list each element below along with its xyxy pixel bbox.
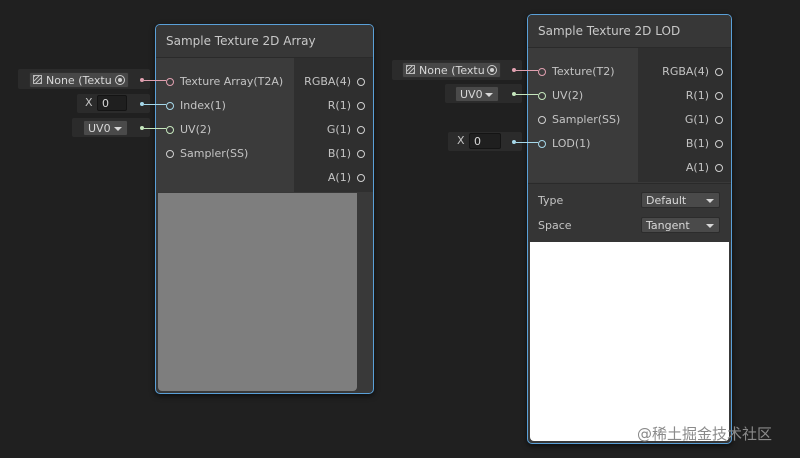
port-label: A(1)	[685, 161, 709, 174]
port-label: UV(2)	[552, 89, 584, 102]
node-sample-texture-2d-array[interactable]: Sample Texture 2D Array Texture Array(T2…	[155, 24, 374, 394]
watermark: @稀土掘金技术社区	[637, 425, 773, 443]
port-label: Texture Array(T2A)	[180, 75, 284, 88]
wire	[516, 94, 538, 95]
space-label: Space	[538, 219, 572, 232]
port-label: Sampler(SS)	[552, 113, 621, 126]
port-connector-icon[interactable]	[538, 92, 546, 100]
lod-x-label: X	[457, 134, 465, 147]
port-connector-icon[interactable]	[357, 126, 365, 134]
port-connector-icon[interactable]	[166, 102, 174, 110]
port-connector-icon[interactable]	[715, 164, 723, 172]
uv-channel-dropdown[interactable]: UV0	[83, 120, 128, 136]
port-label: LOD(1)	[552, 137, 591, 150]
port-connector-icon[interactable]	[357, 174, 365, 182]
port-connector-icon[interactable]	[538, 68, 546, 76]
port-connector-icon[interactable]	[166, 150, 174, 158]
chevron-down-icon	[114, 127, 122, 131]
space-dropdown[interactable]: Tangent	[641, 217, 720, 233]
port-label: R(1)	[685, 89, 709, 102]
port-label: G(1)	[684, 113, 709, 126]
node-sample-texture-2d-lod[interactable]: Sample Texture 2D LOD Texture(T2) UV(2) …	[527, 14, 732, 444]
port-label: G(1)	[326, 123, 351, 136]
node-settings: Type Default Space Tangent	[528, 183, 731, 242]
port-label: A(1)	[327, 171, 351, 184]
texture-object-field[interactable]: None (Textu	[402, 62, 501, 78]
port-connector-icon[interactable]	[538, 116, 546, 124]
dropdown-value: UV0	[88, 122, 111, 135]
wire	[516, 70, 538, 71]
port-connector-icon[interactable]	[715, 68, 723, 76]
dropdown-value: Tangent	[646, 219, 690, 232]
output-ports: RGBA(4) R(1) G(1) B(1) A(1)	[294, 58, 373, 192]
port-label: UV(2)	[180, 123, 212, 136]
wire	[144, 80, 166, 81]
port-connector-icon[interactable]	[357, 150, 365, 158]
type-dropdown[interactable]: Default	[641, 192, 720, 208]
object-picker-icon[interactable]	[487, 65, 497, 75]
chevron-down-icon	[485, 93, 493, 97]
index-field[interactable]: 0	[97, 95, 127, 111]
output-ports: RGBA(4) R(1) G(1) B(1) A(1)	[638, 48, 731, 182]
port-connector-icon[interactable]	[357, 78, 365, 86]
chevron-down-icon	[706, 224, 714, 228]
type-label: Type	[538, 194, 564, 207]
port-connector-icon[interactable]	[538, 140, 546, 148]
port-connector-icon[interactable]	[715, 92, 723, 100]
port-connector-icon[interactable]	[715, 140, 723, 148]
object-field-value: None (Textu	[419, 64, 485, 77]
object-picker-icon[interactable]	[115, 75, 125, 85]
port-label: B(1)	[685, 137, 709, 150]
node-preview	[158, 193, 357, 391]
wire	[144, 104, 166, 105]
port-connector-icon[interactable]	[166, 78, 174, 86]
port-label: Sampler(SS)	[180, 147, 249, 160]
port-label: R(1)	[327, 99, 351, 112]
texture-array-object-field[interactable]: None (Textu	[29, 72, 129, 88]
input-ports: Texture Array(T2A) Index(1) UV(2) Sample…	[156, 58, 294, 192]
port-label: B(1)	[327, 147, 351, 160]
port-connector-icon[interactable]	[357, 102, 365, 110]
port-connector-icon[interactable]	[715, 116, 723, 124]
wire	[516, 142, 538, 143]
wire	[144, 128, 166, 129]
index-x-label: X	[85, 96, 93, 109]
node-title[interactable]: Sample Texture 2D Array	[156, 25, 373, 58]
port-label: RGBA(4)	[304, 75, 351, 88]
lod-uv-channel-dropdown[interactable]: UV0	[455, 86, 499, 102]
object-field-value: None (Textu	[46, 74, 112, 87]
lod-field[interactable]: 0	[469, 133, 501, 149]
port-label: Texture(T2)	[552, 65, 615, 78]
port-label: Index(1)	[180, 99, 226, 112]
dropdown-value: UV0	[460, 88, 483, 101]
dropdown-value: Default	[646, 194, 687, 207]
input-ports: Texture(T2) UV(2) Sampler(SS) LOD(1)	[528, 48, 638, 182]
port-label: RGBA(4)	[662, 65, 709, 78]
texture-icon	[406, 65, 415, 74]
node-title[interactable]: Sample Texture 2D LOD	[528, 15, 731, 48]
chevron-down-icon	[706, 199, 714, 203]
texture-icon	[33, 75, 42, 84]
node-preview	[530, 242, 729, 441]
port-connector-icon[interactable]	[166, 126, 174, 134]
